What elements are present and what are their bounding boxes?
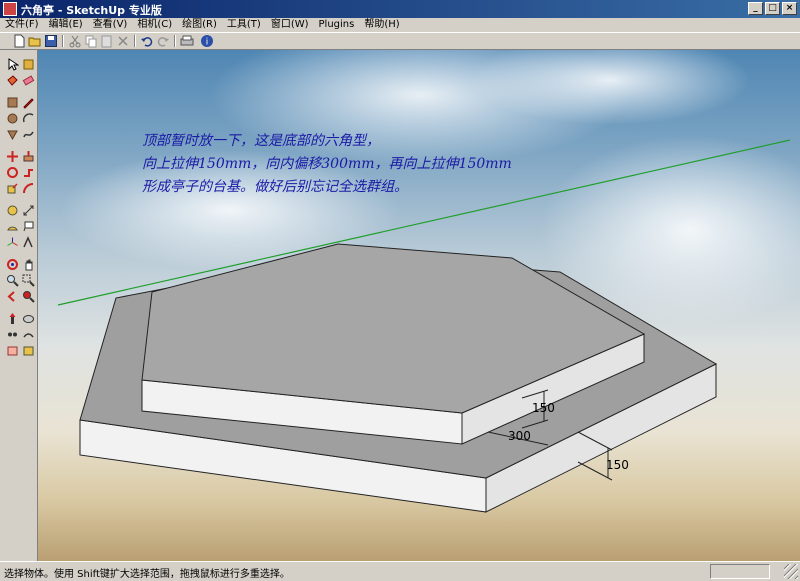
menu-help[interactable]: 帮助(H)	[359, 18, 404, 32]
protractor-icon[interactable]	[6, 220, 19, 233]
toolbar-separator	[134, 35, 136, 47]
cut-icon[interactable]	[68, 34, 82, 48]
freehand-icon[interactable]	[22, 128, 35, 141]
dimension-lower-height: 150	[606, 458, 629, 472]
photo-match-icon[interactable]	[22, 344, 35, 357]
save-icon[interactable]	[44, 34, 58, 48]
menu-tools[interactable]: 工具(T)	[222, 18, 266, 32]
close-button[interactable]: ×	[782, 2, 797, 15]
open-folder-icon[interactable]	[28, 34, 42, 48]
offset-icon[interactable]	[22, 182, 35, 195]
annotation-line: 向上拉伸150mm，向内偏移300mm，再向上拉伸150mm	[142, 156, 512, 172]
redo-icon[interactable]	[156, 34, 170, 48]
push-pull-icon[interactable]	[22, 150, 35, 163]
axes-icon[interactable]	[6, 236, 19, 249]
polygon-icon[interactable]	[6, 128, 19, 141]
line-pencil-icon[interactable]	[22, 96, 35, 109]
dimension-icon[interactable]	[22, 204, 35, 217]
toolbar-separator	[174, 35, 176, 47]
toolbar-separator	[62, 35, 64, 47]
title-bar: 六角亭 - SketchUp 专业版 _ □ ×	[0, 0, 800, 18]
model-viewport[interactable]: 150 300 150 顶部暂时放一下，这是底部的六角型， 向上拉伸150mm，…	[38, 50, 800, 561]
sandbox-icon[interactable]	[6, 344, 19, 357]
minimize-button[interactable]: _	[748, 2, 763, 15]
copy-icon[interactable]	[84, 34, 98, 48]
annotation-line: 形成亭子的台基。做好后别忘记全选群组。	[142, 179, 408, 195]
svg-text:i: i	[206, 38, 209, 48]
model-info-icon[interactable]: i	[200, 34, 214, 48]
app-icon[interactable]	[3, 2, 17, 16]
move-icon[interactable]	[6, 150, 19, 163]
rectangle-icon[interactable]	[6, 96, 19, 109]
dimension-upper-height: 150	[532, 401, 555, 415]
paste-icon[interactable]	[100, 34, 114, 48]
section-plane-icon[interactable]	[22, 328, 35, 341]
circle-icon[interactable]	[6, 112, 19, 125]
eraser-icon[interactable]	[22, 74, 35, 87]
menu-edit[interactable]: 编辑(E)	[44, 18, 88, 32]
status-bar: 选择物体。使用 Shift键扩大选择范围，拖拽鼠标进行多重选择。	[0, 561, 800, 581]
previous-view-icon[interactable]	[6, 290, 19, 303]
menu-plugins[interactable]: Plugins	[314, 18, 360, 32]
look-around-icon[interactable]	[6, 328, 19, 341]
arc-icon[interactable]	[22, 112, 35, 125]
measurements-box[interactable]	[710, 564, 770, 579]
scene-canvas: 150 300 150	[57, 50, 800, 513]
window-title: 六角亭 - SketchUp 专业版	[21, 4, 162, 17]
undo-icon[interactable]	[140, 34, 154, 48]
menu-view[interactable]: 查看(V)	[88, 18, 133, 32]
annotation-line: 顶部暂时放一下，这是底部的六角型，	[142, 133, 380, 149]
annotation-text-block: 顶部暂时放一下，这是底部的六角型， 向上拉伸150mm，向内偏移300mm，再向…	[142, 130, 512, 199]
window-controls: _ □ ×	[748, 2, 797, 15]
select-arrow-icon[interactable]	[6, 58, 19, 71]
rotate-icon[interactable]	[6, 166, 19, 179]
erase-icon[interactable]	[116, 34, 130, 48]
menu-camera[interactable]: 相机(C)	[132, 18, 177, 32]
make-component-icon[interactable]	[22, 58, 35, 71]
menu-window[interactable]: 窗口(W)	[266, 18, 314, 32]
pan-hand-icon[interactable]	[22, 258, 35, 271]
dimension-offset: 300	[508, 429, 531, 443]
status-message: 选择物体。使用 Shift键扩大选择范围，拖拽鼠标进行多重选择。	[4, 569, 290, 580]
print-icon[interactable]	[180, 34, 194, 48]
menu-file[interactable]: 文件(F)	[0, 18, 44, 32]
standard-toolbar: i	[0, 32, 800, 50]
large-tool-set	[0, 50, 38, 561]
menu-draw[interactable]: 绘图(R)	[177, 18, 222, 32]
text-label-icon[interactable]	[22, 220, 35, 233]
scale-icon[interactable]	[6, 182, 19, 195]
resize-grip[interactable]	[784, 564, 798, 579]
maximize-button[interactable]: □	[765, 2, 780, 15]
3d-text-icon[interactable]	[22, 236, 35, 249]
new-file-icon[interactable]	[12, 34, 26, 48]
menu-bar: 文件(F) 编辑(E) 查看(V) 相机(C) 绘图(R) 工具(T) 窗口(W…	[0, 18, 800, 32]
zoom-window-icon[interactable]	[22, 274, 35, 287]
follow-me-icon[interactable]	[22, 166, 35, 179]
orbit-icon[interactable]	[6, 258, 19, 271]
walk-icon[interactable]	[22, 312, 35, 325]
zoom-extents-icon[interactable]	[22, 290, 35, 303]
zoom-icon[interactable]	[6, 274, 19, 287]
paint-bucket-icon[interactable]	[6, 74, 19, 87]
tape-measure-icon[interactable]	[6, 204, 19, 217]
position-camera-icon[interactable]	[6, 312, 19, 325]
